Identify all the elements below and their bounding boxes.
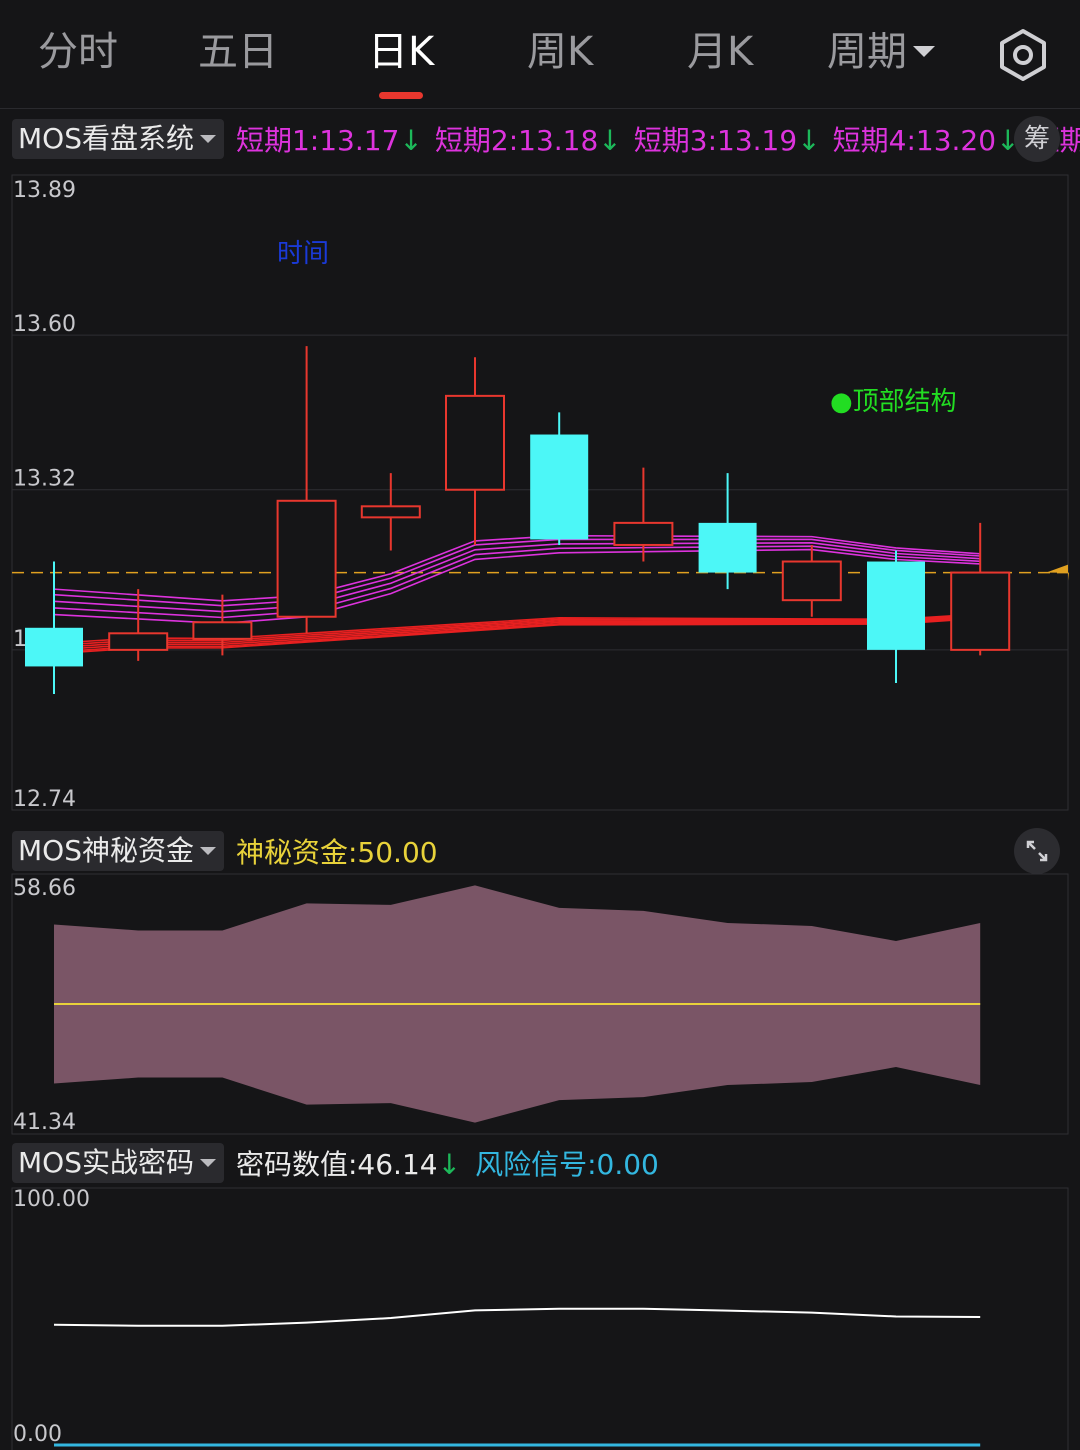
y-tick-label: 13.89	[13, 178, 76, 203]
chevron-down-icon	[913, 45, 935, 57]
code-value: 46.14	[357, 1148, 438, 1181]
tab-period-dropdown[interactable]: 周期	[827, 22, 935, 82]
ma-short2-label: 短期2:	[434, 124, 519, 157]
candle-body	[25, 627, 83, 667]
y-tick-label: 100.00	[13, 1187, 90, 1212]
ma-short1-label: 短期1:	[235, 124, 320, 157]
tab-period-label: 周期	[827, 29, 907, 75]
tab-monthly-k[interactable]: 月K	[687, 22, 753, 82]
ma-short2-value: 13.18	[518, 124, 599, 157]
ma-short3-value: 13.19	[717, 124, 798, 157]
candle-body	[445, 394, 505, 491]
candle-body	[781, 560, 842, 602]
price-marker-icon	[1046, 564, 1069, 581]
code-label: 密码数值:	[235, 1148, 358, 1181]
y-tick-label: 13.32	[13, 467, 76, 492]
fund-indicator-selector[interactable]: MOS神秘资金	[12, 831, 224, 871]
code-chart[interactable]: 100.00 0.00	[0, 1185, 1080, 1450]
ma-short1-readout: 短期1:13.17↓	[236, 119, 423, 159]
ma-short2-readout: 短期2:13.18↓	[435, 119, 622, 159]
fund-label: 神秘资金:	[235, 836, 358, 869]
expand-icon[interactable]	[1014, 828, 1060, 874]
tab-intraday[interactable]: 分时	[38, 22, 118, 82]
down-arrow-icon: ↓	[437, 1148, 462, 1181]
fund-value: 50.00	[357, 836, 438, 869]
chart-frame	[11, 1187, 1069, 1450]
ma-short1-value: 13.17	[319, 124, 400, 157]
risk-value: 0.00	[596, 1148, 659, 1181]
fund-panel-header: MOS神秘资金 神秘资金:50.00	[12, 831, 438, 871]
down-arrow-icon: ↓	[399, 124, 423, 157]
y-tick-label: 12.74	[13, 787, 76, 812]
down-arrow-icon: ↓	[598, 124, 622, 157]
code-panel-header: MOS实战密码 密码数值:46.14↓ 风险信号:0.00	[12, 1143, 659, 1183]
candle-body	[360, 505, 421, 519]
risk-signal-readout: 风险信号:0.00	[475, 1143, 659, 1183]
candle-body	[108, 632, 169, 651]
fund-selector-label: MOS神秘资金	[18, 834, 194, 867]
tab-daily-k[interactable]: 日K	[368, 22, 434, 82]
candle-body	[530, 434, 589, 540]
code-value-readout: 密码数值:46.14↓	[236, 1143, 461, 1183]
y-tick-label: 41.34	[13, 1110, 76, 1135]
ma-short3-label: 短期3:	[633, 124, 718, 157]
ma-short4-readout: 短期4:13.20↓	[833, 119, 1020, 159]
code-selector-label: MOS实战密码	[18, 1146, 194, 1179]
candle-body	[613, 521, 674, 546]
period-tab-bar: 分时 五日 日K 周K 月K 周期	[0, 0, 1080, 109]
active-tab-indicator	[379, 92, 423, 99]
chevron-down-icon	[199, 135, 216, 143]
tab-weekly-k[interactable]: 周K	[527, 22, 593, 82]
chip-distribution-button[interactable]: 筹	[1014, 116, 1060, 162]
chevron-down-icon	[199, 1159, 216, 1167]
ma-short4-label: 短期4:	[832, 124, 916, 157]
top-structure-annotation: ●顶部结构	[830, 387, 957, 417]
ma-short3-readout: 短期3:13.19↓	[634, 119, 821, 159]
main-panel-header: MOS看盘系统 短期1:13.17↓ 短期2:13.18↓ 短期3:13.19↓…	[12, 119, 1080, 159]
main-selector-label: MOS看盘系统	[18, 122, 194, 155]
settings-icon[interactable]	[996, 28, 1050, 82]
time-annotation: 时间	[277, 239, 329, 269]
chevron-down-icon	[199, 847, 216, 855]
candle-body	[276, 499, 337, 618]
code-value-line	[53, 1307, 981, 1327]
candle-body	[698, 522, 757, 573]
down-arrow-icon: ↓	[797, 124, 821, 157]
tab-five-day[interactable]: 五日	[198, 22, 278, 82]
ma-short4-value: 13.20	[915, 124, 997, 157]
candle-body	[192, 621, 253, 640]
fund-chart[interactable]: 58.66 41.34	[0, 872, 1080, 1137]
y-tick-label: 0.00	[13, 1422, 62, 1447]
kline-chart[interactable]: 13.8913.6013.3213.0312.74时间●顶部结构	[0, 160, 1080, 825]
risk-label: 风险信号:	[475, 1148, 597, 1181]
fund-readout: 神秘资金:50.00	[236, 831, 438, 871]
y-tick-label: 13.60	[13, 312, 76, 337]
main-indicator-selector[interactable]: MOS看盘系统	[12, 119, 224, 159]
candle-body	[867, 561, 925, 650]
code-indicator-selector[interactable]: MOS实战密码	[12, 1143, 224, 1183]
y-tick-label: 58.66	[13, 876, 76, 901]
candle-body	[950, 571, 1011, 651]
